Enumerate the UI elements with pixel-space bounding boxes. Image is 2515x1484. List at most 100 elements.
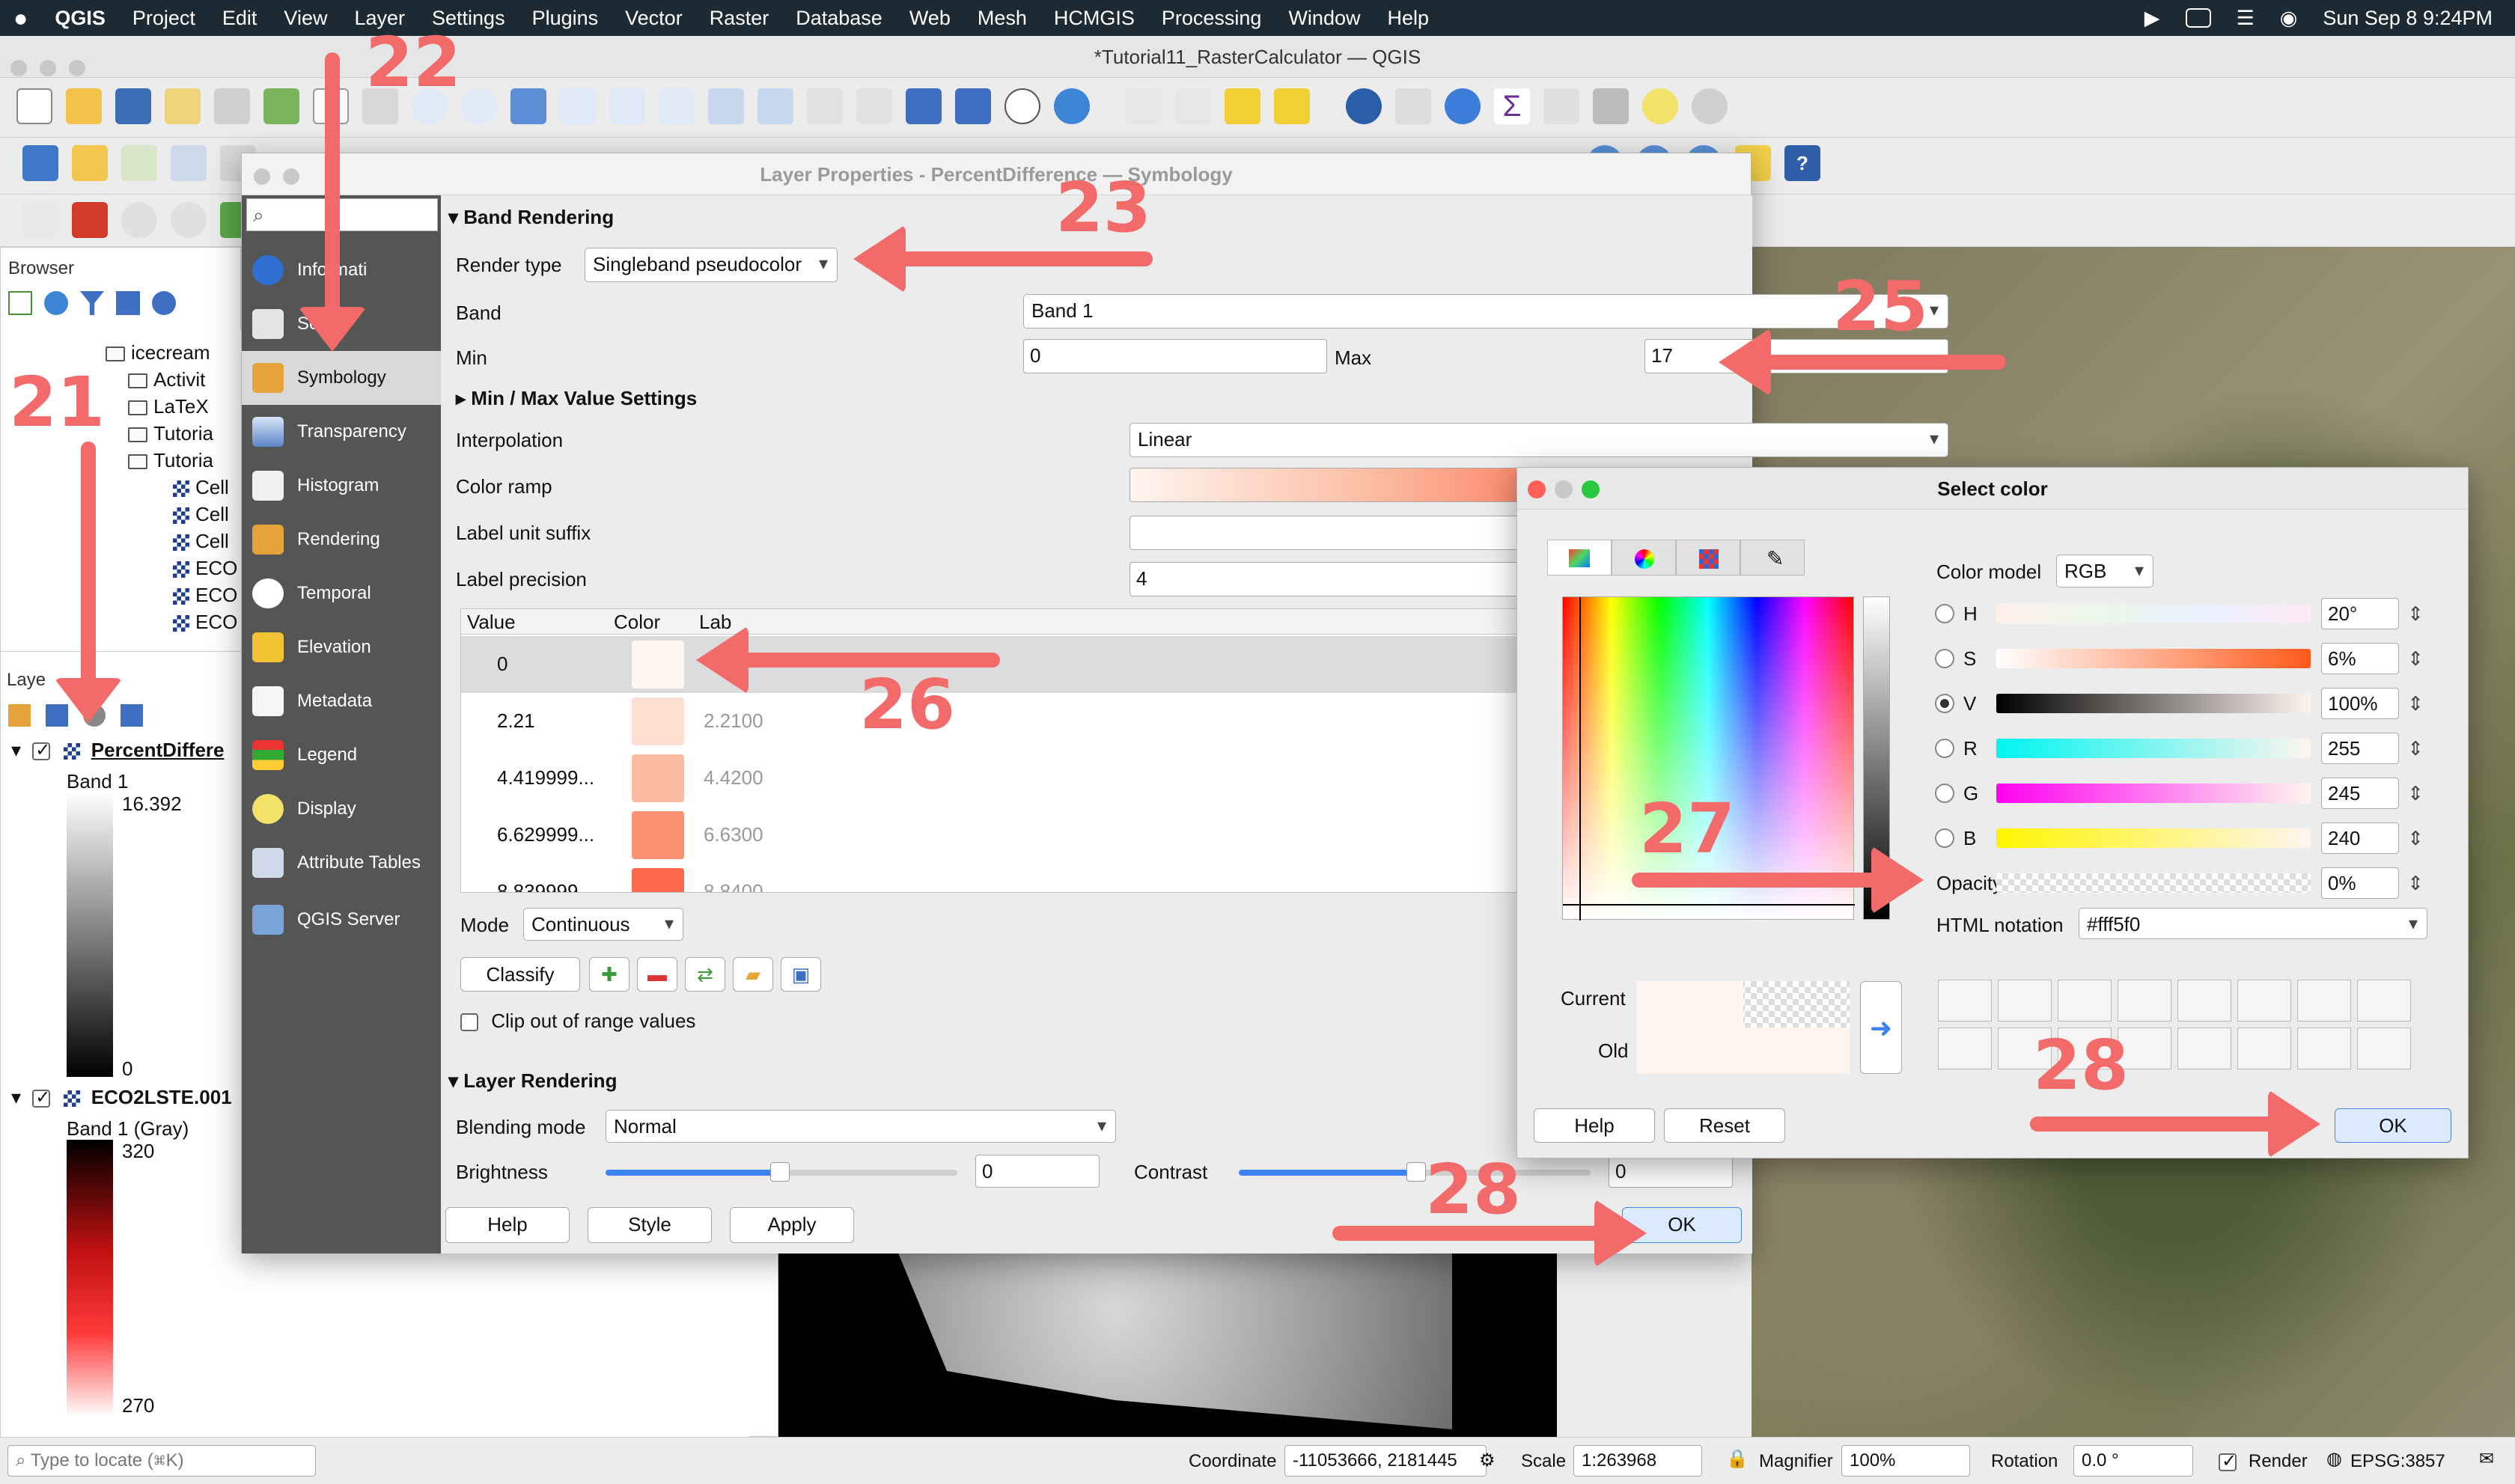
- blue-slider[interactable]: [1996, 828, 2311, 848]
- settings-gear-icon[interactable]: [1445, 88, 1481, 124]
- menu-help[interactable]: Help: [1374, 7, 1442, 30]
- menu-edit[interactable]: Edit: [209, 7, 271, 30]
- new-print-layout-icon[interactable]: [165, 88, 201, 124]
- menu-vector[interactable]: Vector: [612, 7, 696, 30]
- red-slider[interactable]: [1996, 739, 2311, 758]
- value-channel-slider[interactable]: [1996, 694, 2311, 713]
- add-group-icon[interactable]: [46, 704, 68, 727]
- close-window-button[interactable]: [10, 60, 27, 76]
- radio-h[interactable]: [1935, 604, 1954, 623]
- select-features-icon[interactable]: [1126, 88, 1162, 124]
- brightness-spinbox[interactable]: 0: [975, 1155, 1100, 1188]
- sidebar-item-symbology[interactable]: Symbology: [242, 351, 441, 405]
- close-dialog-button[interactable]: [254, 168, 270, 185]
- classify-button[interactable]: Classify: [460, 957, 580, 992]
- spatial-bookmark-icon[interactable]: [906, 88, 942, 124]
- g-spinbox[interactable]: 245: [2321, 778, 2424, 809]
- filter-icon[interactable]: [80, 291, 104, 315]
- row-color-swatch[interactable]: [632, 754, 684, 802]
- add-vector-icon[interactable]: [121, 145, 157, 181]
- data-source-manager-icon[interactable]: [22, 145, 58, 181]
- opacity-slider[interactable]: [1996, 873, 2311, 893]
- app-menu[interactable]: QGIS: [41, 7, 119, 30]
- minimize-dialog-button[interactable]: [283, 168, 300, 185]
- sidebar-item-attribute-tables[interactable]: Attribute Tables: [242, 836, 441, 890]
- annotation-icon[interactable]: [1642, 88, 1678, 124]
- color-ok-button[interactable]: OK: [2335, 1108, 2451, 1143]
- tree-item[interactable]: ECO: [173, 581, 237, 608]
- sidebar-item-metadata[interactable]: Metadata: [242, 674, 441, 728]
- locate-search-input[interactable]: ⌕ Type to locate (⌘K): [7, 1445, 316, 1477]
- temporal-controller-icon[interactable]: [1005, 88, 1040, 124]
- tree-item[interactable]: ECO: [173, 555, 237, 581]
- select-by-value-icon[interactable]: [1175, 88, 1211, 124]
- s-spinbox[interactable]: 6%: [2321, 643, 2424, 674]
- tab-eyedropper[interactable]: ✎: [1740, 540, 1805, 575]
- swatch-cell[interactable]: [2237, 980, 2291, 1022]
- save-project-icon[interactable]: [115, 88, 151, 124]
- magnifier-spinbox[interactable]: 100%: [1841, 1445, 1970, 1477]
- tree-item[interactable]: ECO: [173, 608, 237, 635]
- zoom-last-icon[interactable]: [708, 88, 744, 124]
- swatch-cell[interactable]: [2357, 980, 2411, 1022]
- layer-name[interactable]: ECO2LSTE.001: [91, 1086, 232, 1108]
- open-project-icon[interactable]: [66, 88, 102, 124]
- layer-visibility-checkbox[interactable]: [32, 1087, 50, 1108]
- layer-name[interactable]: PercentDiffere: [91, 739, 225, 761]
- digitize-icon[interactable]: [171, 145, 207, 181]
- reset-button[interactable]: Reset: [1664, 1108, 1785, 1143]
- render-type-select[interactable]: Singleband pseudocolor: [585, 248, 838, 282]
- radio-v[interactable]: [1935, 694, 1954, 713]
- tree-item[interactable]: Tutoria: [128, 447, 213, 474]
- html-notation-input[interactable]: #fff5f0: [2079, 908, 2427, 940]
- zoom-window-button[interactable]: [69, 60, 86, 76]
- scale-select[interactable]: 1:263968: [1573, 1445, 1702, 1477]
- tab-swatches[interactable]: [1676, 540, 1740, 575]
- minimize-window-button[interactable]: [40, 60, 57, 76]
- add-icon[interactable]: [8, 291, 32, 315]
- style-button[interactable]: Style: [588, 1207, 712, 1243]
- select-location-icon[interactable]: [1274, 88, 1310, 124]
- row-color-swatch[interactable]: [632, 641, 684, 688]
- sidebar-item-histogram[interactable]: Histogram: [242, 459, 441, 513]
- zoom-next-icon[interactable]: [757, 88, 793, 124]
- column-header-label[interactable]: Lab: [699, 611, 731, 634]
- menu-processing[interactable]: Processing: [1148, 7, 1275, 30]
- sum-icon[interactable]: Σ: [1494, 88, 1530, 124]
- menu-view[interactable]: View: [270, 7, 341, 30]
- new-project-icon[interactable]: [16, 88, 52, 124]
- tree-item[interactable]: Cell: [173, 501, 229, 528]
- swatch-cell[interactable]: [1938, 980, 1992, 1022]
- radio-s[interactable]: [1935, 649, 1954, 668]
- tab-color-wheel[interactable]: [1612, 540, 1676, 575]
- h-spinbox[interactable]: 20°: [2321, 598, 2424, 629]
- reverse-icon[interactable]: ⇄: [685, 957, 725, 992]
- layer-visibility-checkbox[interactable]: [32, 739, 50, 761]
- zoom-native-icon[interactable]: [659, 88, 695, 124]
- sidebar-item-information[interactable]: Informati: [242, 243, 441, 297]
- crs-label[interactable]: EPSG:3857: [2350, 1451, 2445, 1472]
- refresh-icon[interactable]: [1054, 88, 1090, 124]
- zoom-dialog-button[interactable]: [1582, 480, 1600, 498]
- sidebar-item-temporal[interactable]: Temporal: [242, 567, 441, 620]
- info-icon[interactable]: [152, 291, 176, 315]
- save-icon[interactable]: ▣: [781, 957, 821, 992]
- menu-database[interactable]: Database: [782, 7, 896, 30]
- min-input[interactable]: 0: [1023, 339, 1327, 373]
- clip-out-of-range-checkbox[interactable]: [460, 1013, 478, 1032]
- measure-icon[interactable]: [1593, 88, 1629, 124]
- expand-arrow-icon[interactable]: ▾: [11, 739, 21, 761]
- sidebar-item-display[interactable]: Display: [242, 782, 441, 836]
- coordinate-field[interactable]: -11053666, 2181445: [1284, 1445, 1487, 1477]
- hue-slider[interactable]: [1996, 604, 2311, 623]
- swatch-cell[interactable]: [2297, 980, 2351, 1022]
- radio-b[interactable]: [1935, 828, 1954, 848]
- layout-manager-icon[interactable]: [214, 88, 250, 124]
- tree-item[interactable]: LaTeX: [128, 393, 209, 420]
- zoom-to-selection-icon[interactable]: [560, 88, 596, 124]
- deselect-icon[interactable]: [1225, 88, 1260, 124]
- sidebar-item-qgis-server[interactable]: QGIS Server: [242, 893, 441, 947]
- help-icon[interactable]: ?: [1784, 145, 1820, 181]
- attribute-table-icon[interactable]: [1395, 88, 1431, 124]
- play-icon[interactable]: ▶: [2144, 7, 2160, 30]
